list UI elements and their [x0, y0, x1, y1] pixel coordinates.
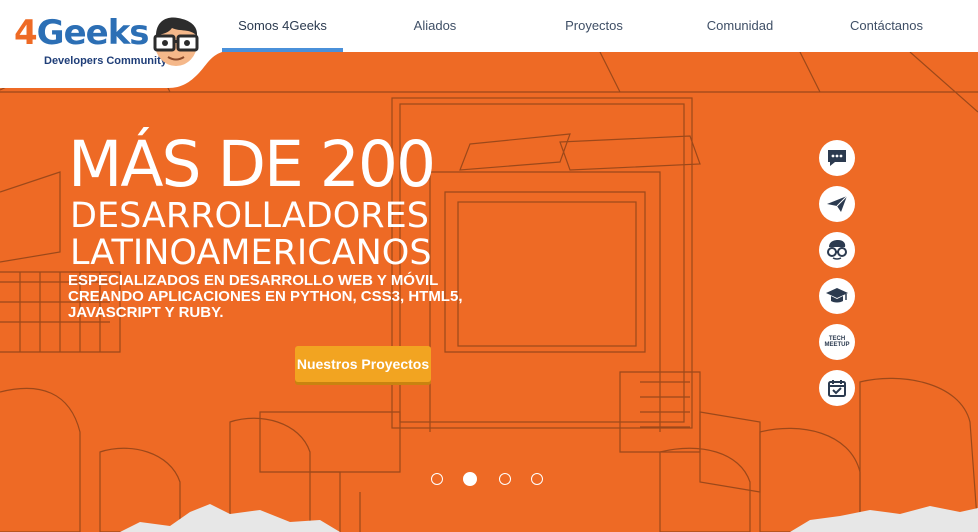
tech-meetup-button[interactable]: TECH MEETUP [819, 324, 855, 360]
carousel-dot-4[interactable] [531, 473, 543, 485]
hero-tagline: ESPECIALIZADOS EN DESARROLLO WEB Y MÓVIL… [68, 272, 463, 321]
geek-mascot-icon [153, 17, 199, 66]
tech-meetup-icon: TECH MEETUP [824, 336, 850, 348]
geek-face-icon [827, 240, 847, 260]
geeks-button[interactable] [819, 232, 855, 268]
nuestros-proyectos-button[interactable]: Nuestros Proyectos [295, 346, 431, 382]
events-button[interactable] [819, 370, 855, 406]
chat-icon [828, 150, 846, 166]
torn-paper-edge [120, 504, 978, 532]
hero-subhead-line1: DESARROLLADORES [70, 196, 429, 236]
main-nav: Somos 4Geeks Aliados Proyectos Comunidad… [222, 0, 954, 52]
nav-item-aliados[interactable]: Aliados [343, 0, 527, 52]
academy-button[interactable] [819, 278, 855, 314]
logo[interactable]: 4Geeks Developers Community [0, 0, 222, 88]
hero-banner: MÁS DE 200 DESARROLLADORES LATINOAMERICA… [0, 52, 978, 532]
paper-plane-icon [827, 195, 848, 212]
graduation-cap-icon [826, 288, 848, 303]
carousel-dot-2[interactable] [463, 472, 477, 486]
carousel-indicators [431, 472, 563, 486]
nav-item-contactanos[interactable]: Contáctanos [819, 0, 954, 52]
side-icon-menu: TECH MEETUP [819, 140, 855, 416]
send-button[interactable] [819, 186, 855, 222]
hero-headline: MÁS DE 200 [68, 128, 436, 201]
logo-subtitle: Developers Community [44, 55, 167, 67]
carousel-dot-3[interactable] [499, 473, 511, 485]
carousel-dot-1[interactable] [431, 473, 443, 485]
nav-item-comunidad[interactable]: Comunidad [661, 0, 819, 52]
chat-button[interactable] [819, 140, 855, 176]
logo-wordmark: 4Geeks [14, 13, 150, 53]
nav-item-somos-4geeks[interactable]: Somos 4Geeks [222, 0, 343, 52]
nav-item-proyectos[interactable]: Proyectos [527, 0, 661, 52]
calendar-check-icon [828, 380, 846, 397]
hero-subhead-line2: LATINOAMERICANOS [70, 233, 432, 273]
